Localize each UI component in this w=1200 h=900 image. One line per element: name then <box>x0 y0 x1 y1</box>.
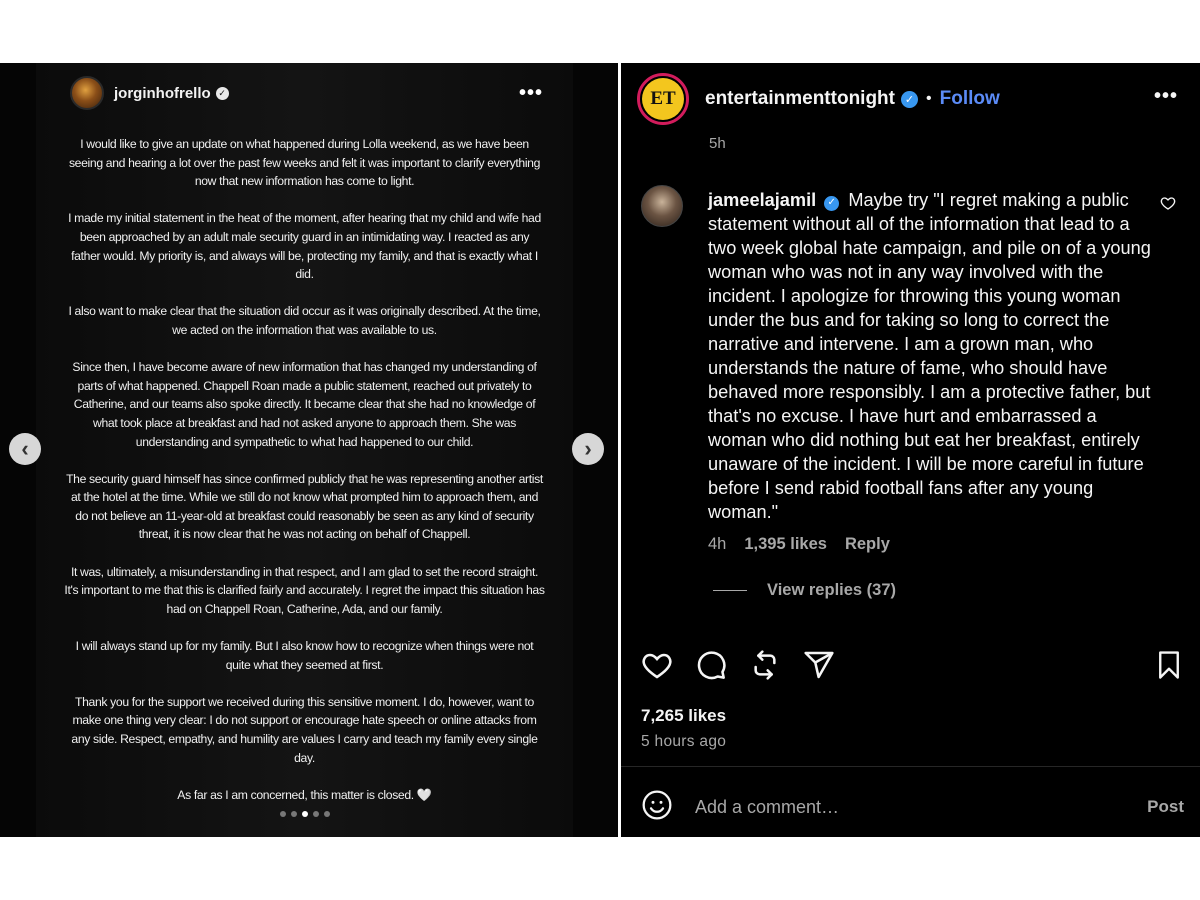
view-replies-label: View replies (37) <box>767 581 897 599</box>
reply-button[interactable]: Reply <box>845 535 890 554</box>
verified-badge-icon: ✓ <box>901 90 918 108</box>
previous-slide-button[interactable]: ‹ <box>9 433 41 465</box>
repost-icon[interactable] <box>749 649 781 681</box>
verified-badge-icon: ✓ <box>215 86 229 100</box>
caption-timestamp: 5h <box>709 135 726 152</box>
carousel-dot-active[interactable] <box>301 811 308 817</box>
statement-paragraph: Since then, I have become aware of new i… <box>72 360 537 449</box>
story-avatar <box>70 76 104 110</box>
post-actions <box>641 648 1184 682</box>
account-username[interactable]: entertainmenttonight <box>705 88 895 110</box>
statement-paragraph: Thank you for the support we received du… <box>71 694 538 765</box>
post-comment-button[interactable]: Post <box>1147 797 1184 817</box>
carousel-dots <box>36 811 573 817</box>
story-header: jorginhofrello ✓ ••• <box>70 73 543 113</box>
story-card: jorginhofrello ✓ ••• I would like to giv… <box>36 63 573 837</box>
heart-icon[interactable] <box>641 649 673 681</box>
separator-dot: • <box>926 90 932 107</box>
post-media: jorginhofrello ✓ ••• I would like to giv… <box>0 63 618 837</box>
story-username: jorginhofrello <box>114 84 211 102</box>
statement-paragraph: I made my initial statement in the heat … <box>68 211 541 282</box>
carousel-dot[interactable] <box>279 811 286 817</box>
verified-badge-icon: ✓ <box>824 195 840 211</box>
share-icon[interactable] <box>803 649 835 681</box>
replies-line <box>713 590 747 591</box>
comments-panel: ET entertainmenttonight ✓ • Follow ••• 5… <box>621 63 1200 837</box>
et-logo: ET <box>642 78 684 120</box>
carousel-dot[interactable] <box>323 811 330 817</box>
statement-paragraph: I would like to give an update on what h… <box>68 137 541 189</box>
comment-text: Maybe try "I regret making a public stat… <box>708 190 1151 522</box>
account-avatar[interactable]: ET <box>637 73 689 125</box>
post-likes[interactable]: 7,265 likes <box>641 706 726 726</box>
carousel-dot[interactable] <box>312 811 319 817</box>
comment-time: 4h <box>708 535 727 553</box>
next-slide-button[interactable]: › <box>572 433 604 465</box>
statement-paragraph: The security guard himself has since con… <box>66 471 543 542</box>
statement-paragraph: As far as I am concerned, this matter is… <box>177 787 432 802</box>
comment-meta: 4h 1,395 likes Reply <box>708 535 890 554</box>
comment-icon[interactable] <box>695 649 727 681</box>
bookmark-icon[interactable] <box>1154 650 1184 680</box>
view-replies-button[interactable]: View replies (37) <box>713 581 896 600</box>
statement-paragraph: I also want to make clear that the situa… <box>68 304 541 337</box>
comment-username[interactable]: jameelajamil <box>708 190 816 210</box>
chevron-right-icon: › <box>584 436 592 461</box>
emoji-icon[interactable] <box>641 789 673 826</box>
post-header: ET entertainmenttonight ✓ • Follow <box>621 63 1200 135</box>
carousel-dot[interactable] <box>290 811 297 817</box>
divider <box>621 766 1200 767</box>
statement-paragraph: It was, ultimately, a misunderstanding i… <box>64 564 545 616</box>
like-comment-heart-icon[interactable] <box>1160 195 1176 216</box>
statement-text: I would like to give an update on what h… <box>64 135 545 823</box>
comment-body: jameelajamil ✓ Maybe try "I regret makin… <box>708 188 1153 524</box>
comment-likes[interactable]: 1,395 likes <box>744 535 827 554</box>
chevron-left-icon: ‹ <box>21 436 29 461</box>
more-options-icon[interactable]: ••• <box>1154 85 1178 108</box>
post-timestamp: 5 hours ago <box>641 733 727 750</box>
comment-input[interactable]: Add a comment… <box>695 797 839 818</box>
follow-button[interactable]: Follow <box>940 88 1000 110</box>
more-options-icon: ••• <box>518 81 543 104</box>
add-comment-bar: Add a comment… Post <box>641 787 1184 827</box>
statement-paragraph: I will always stand up for my family. Bu… <box>75 639 534 672</box>
comment-avatar[interactable] <box>641 185 683 227</box>
